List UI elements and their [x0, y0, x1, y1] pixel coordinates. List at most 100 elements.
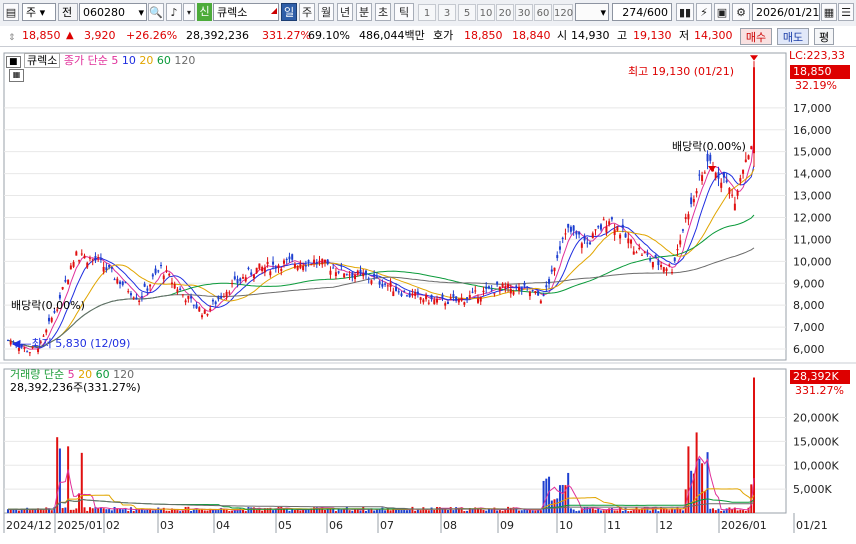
- volume-tick-label: 15,000K: [793, 435, 839, 448]
- stock-chart[interactable]: 17,000 16,000 15,000 14,000 13,000 12,000 11,0…: [0, 47, 856, 541]
- volume-bar: [635, 507, 638, 513]
- speaker-icon[interactable]: ♪: [166, 3, 182, 21]
- candle-body: [679, 240, 682, 245]
- candle-body: [337, 271, 340, 273]
- interval-10-button[interactable]: 10: [477, 4, 495, 21]
- legend-ma5[interactable]: 5: [111, 54, 118, 67]
- candle-body: [452, 294, 455, 298]
- date-tick-label: 10: [559, 519, 573, 532]
- candle-body: [203, 310, 206, 314]
- candle-body: [422, 299, 425, 303]
- interval-120-button[interactable]: 120: [553, 4, 573, 21]
- legend-series-label[interactable]: 종가 단순: [64, 54, 108, 67]
- candle-body: [553, 267, 556, 272]
- calendar-icon[interactable]: ▦: [821, 3, 837, 21]
- candle-body: [474, 290, 477, 292]
- legend-ma60[interactable]: 60: [157, 54, 171, 67]
- period-month-tab[interactable]: 월: [318, 3, 334, 21]
- chevron-down-icon[interactable]: ▾: [183, 3, 195, 21]
- date-tick-label: 09: [500, 519, 514, 532]
- chart-type-icon[interactable]: ⚡: [696, 3, 712, 21]
- candle-body: [220, 295, 223, 299]
- grid-table-icon[interactable]: ▦: [9, 69, 24, 82]
- price-legend: ■ 큐렉소 종가 단순 5 10 20 60 120: [6, 52, 195, 68]
- volume-bar: [490, 509, 493, 513]
- buy-button[interactable]: 매수: [740, 28, 772, 45]
- volume-bar: [586, 506, 589, 513]
- eval-button[interactable]: 평: [814, 28, 834, 45]
- candle-body: [75, 251, 78, 256]
- stock-code-input[interactable]: 060280 ▾: [79, 3, 147, 21]
- stock-name-field[interactable]: 큐렉소 ◢: [213, 3, 279, 21]
- interval-5-button[interactable]: 5: [458, 4, 476, 21]
- volume-bar: [277, 507, 280, 513]
- interval-3-button[interactable]: 3: [438, 4, 456, 21]
- volume-bar: [340, 509, 343, 513]
- candle-body: [455, 296, 458, 301]
- period-second-tab[interactable]: 초: [375, 3, 391, 21]
- expand-icon[interactable]: ⇕: [8, 31, 16, 45]
- volume-bar: [168, 510, 171, 513]
- interval-20-button[interactable]: 20: [496, 4, 514, 21]
- prev-select[interactable]: 전: [58, 3, 78, 21]
- period-day-tab[interactable]: 일: [281, 3, 297, 21]
- legend-ma120[interactable]: 120: [174, 54, 195, 67]
- volume-bar: [441, 509, 444, 513]
- volume-bar: [419, 510, 422, 513]
- interval-30-button[interactable]: 30: [515, 4, 533, 21]
- candle-body: [673, 257, 676, 262]
- legend-ma10[interactable]: 10: [122, 54, 136, 67]
- sell-button[interactable]: 매도: [777, 28, 809, 45]
- legend-stock-name[interactable]: 큐렉소: [24, 53, 61, 68]
- volume-bar: [75, 508, 78, 513]
- interval-60-button[interactable]: 60: [534, 4, 552, 21]
- candle-body: [411, 293, 414, 296]
- period-year-tab[interactable]: 년: [337, 3, 353, 21]
- candle-body: [512, 292, 515, 295]
- chevron-down-icon[interactable]: ▾: [600, 4, 606, 22]
- bar-settings-icon[interactable]: ▮▮: [676, 3, 694, 21]
- date-value: 2026/01/21: [756, 6, 820, 19]
- window-menu-icon[interactable]: ▤: [3, 3, 19, 21]
- candle-body: [7, 339, 9, 341]
- candle-body: [26, 351, 29, 353]
- candle-body: [69, 265, 72, 270]
- search-icon[interactable]: 🔍: [148, 3, 164, 21]
- date-tick-label: 06: [329, 519, 343, 532]
- candle-body: [239, 278, 242, 282]
- period-minute-tab[interactable]: 분: [356, 3, 372, 21]
- candle-body: [487, 286, 490, 289]
- candle-body: [668, 264, 671, 266]
- interval-custom-select[interactable]: ▾: [575, 3, 609, 21]
- interval-1-button[interactable]: 1: [418, 4, 436, 21]
- menu-icon[interactable]: ☰: [838, 3, 854, 21]
- count-field[interactable]: 274/600: [612, 3, 672, 21]
- volume-bar: [446, 509, 449, 513]
- period-tick-tab[interactable]: 틱: [394, 3, 414, 21]
- save-icon[interactable]: ▣: [714, 3, 730, 21]
- candle-body: [228, 292, 231, 294]
- period-week-tab[interactable]: 주: [299, 3, 315, 21]
- legend-ma20[interactable]: 20: [139, 54, 153, 67]
- candle-body: [384, 283, 387, 285]
- legend-collapse-icon[interactable]: ■: [6, 56, 21, 68]
- volume-bar: [179, 511, 182, 513]
- chevron-down-icon[interactable]: ▾: [138, 4, 144, 22]
- market-select[interactable]: 주 ▾: [22, 3, 56, 21]
- stock-name: 큐렉소: [217, 6, 248, 19]
- candle-body: [50, 317, 53, 322]
- volume-bar: [395, 509, 398, 513]
- price-tick-label: 12,000: [793, 211, 832, 224]
- volume-bar: [561, 484, 564, 513]
- volume-ratio: 331.27%: [262, 29, 311, 42]
- candle-body: [187, 295, 190, 299]
- candle-body: [662, 267, 665, 272]
- price-change: 3,920: [84, 29, 116, 42]
- gear-icon[interactable]: ⚙: [732, 3, 750, 21]
- price-tick-label: 9,000: [793, 277, 825, 290]
- chart-canvas[interactable]: 17,000 16,000 15,000 14,000 13,000 12,000 11,0…: [0, 47, 856, 541]
- volume-bar: [176, 510, 179, 513]
- candle-body: [419, 297, 422, 300]
- date-input[interactable]: 2026/01/21: [752, 3, 820, 21]
- volume-bar: [222, 509, 225, 513]
